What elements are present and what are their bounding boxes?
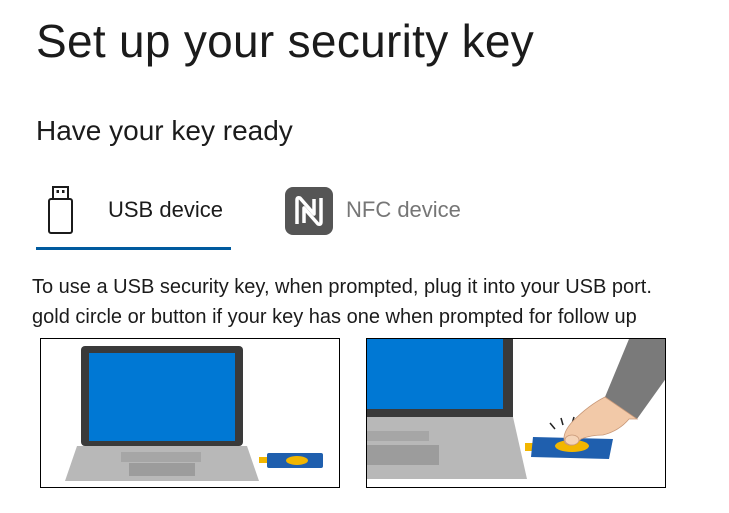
tab-nfc-device[interactable]: NFC device: [284, 184, 484, 252]
tab-usb-label: USB device: [108, 197, 223, 222]
tab-nfc-label: NFC device: [346, 197, 461, 222]
instruction-text: To use a USB security key, when prompted…: [32, 272, 729, 332]
usb-key-plugged-into-laptop-illustration: [40, 338, 340, 488]
tab-usb-device[interactable]: USB device: [36, 184, 231, 252]
touch-gold-button-illustration: [366, 338, 666, 488]
nfc-icon: [285, 187, 333, 235]
subheading: Have your key ready: [36, 115, 293, 146]
instruction-line-2: gold circle or button if your key has on…: [32, 306, 637, 328]
selected-tab-indicator: [36, 247, 231, 250]
instruction-line-1: To use a USB security key, when prompted…: [32, 276, 652, 298]
page-title: Set up your security key: [36, 15, 535, 67]
usb-key-icon: [48, 186, 73, 234]
